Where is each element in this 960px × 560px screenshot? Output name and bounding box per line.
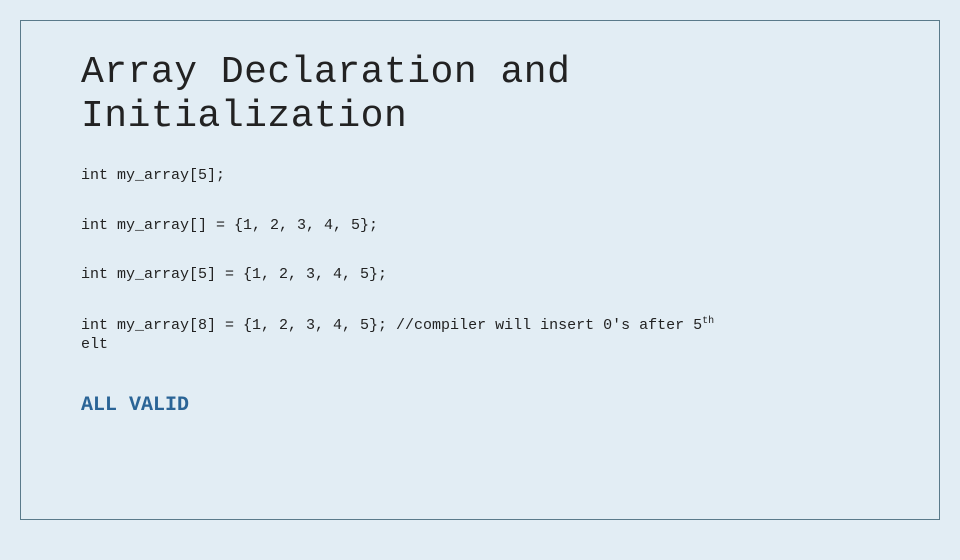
code-line-4-main: int my_array[8] = {1, 2, 3, 4, 5}; //com… xyxy=(81,317,702,334)
code-line-3: int my_array[5] = {1, 2, 3, 4, 5}; xyxy=(81,265,879,285)
code-line-2: int my_array[] = {1, 2, 3, 4, 5}; xyxy=(81,216,879,236)
slide-frame: Array Declaration and Initialization int… xyxy=(20,20,940,520)
footer-note: ALL VALID xyxy=(81,393,879,419)
slide-title: Array Declaration and Initialization xyxy=(81,51,879,138)
slide-content: int my_array[5]; int my_array[] = {1, 2,… xyxy=(81,166,879,419)
code-line-4: int my_array[8] = {1, 2, 3, 4, 5}; //com… xyxy=(81,315,879,355)
code-line-4-cont: elt xyxy=(81,336,108,353)
code-line-1: int my_array[5]; xyxy=(81,166,879,186)
code-line-4-sup: th xyxy=(702,316,714,327)
